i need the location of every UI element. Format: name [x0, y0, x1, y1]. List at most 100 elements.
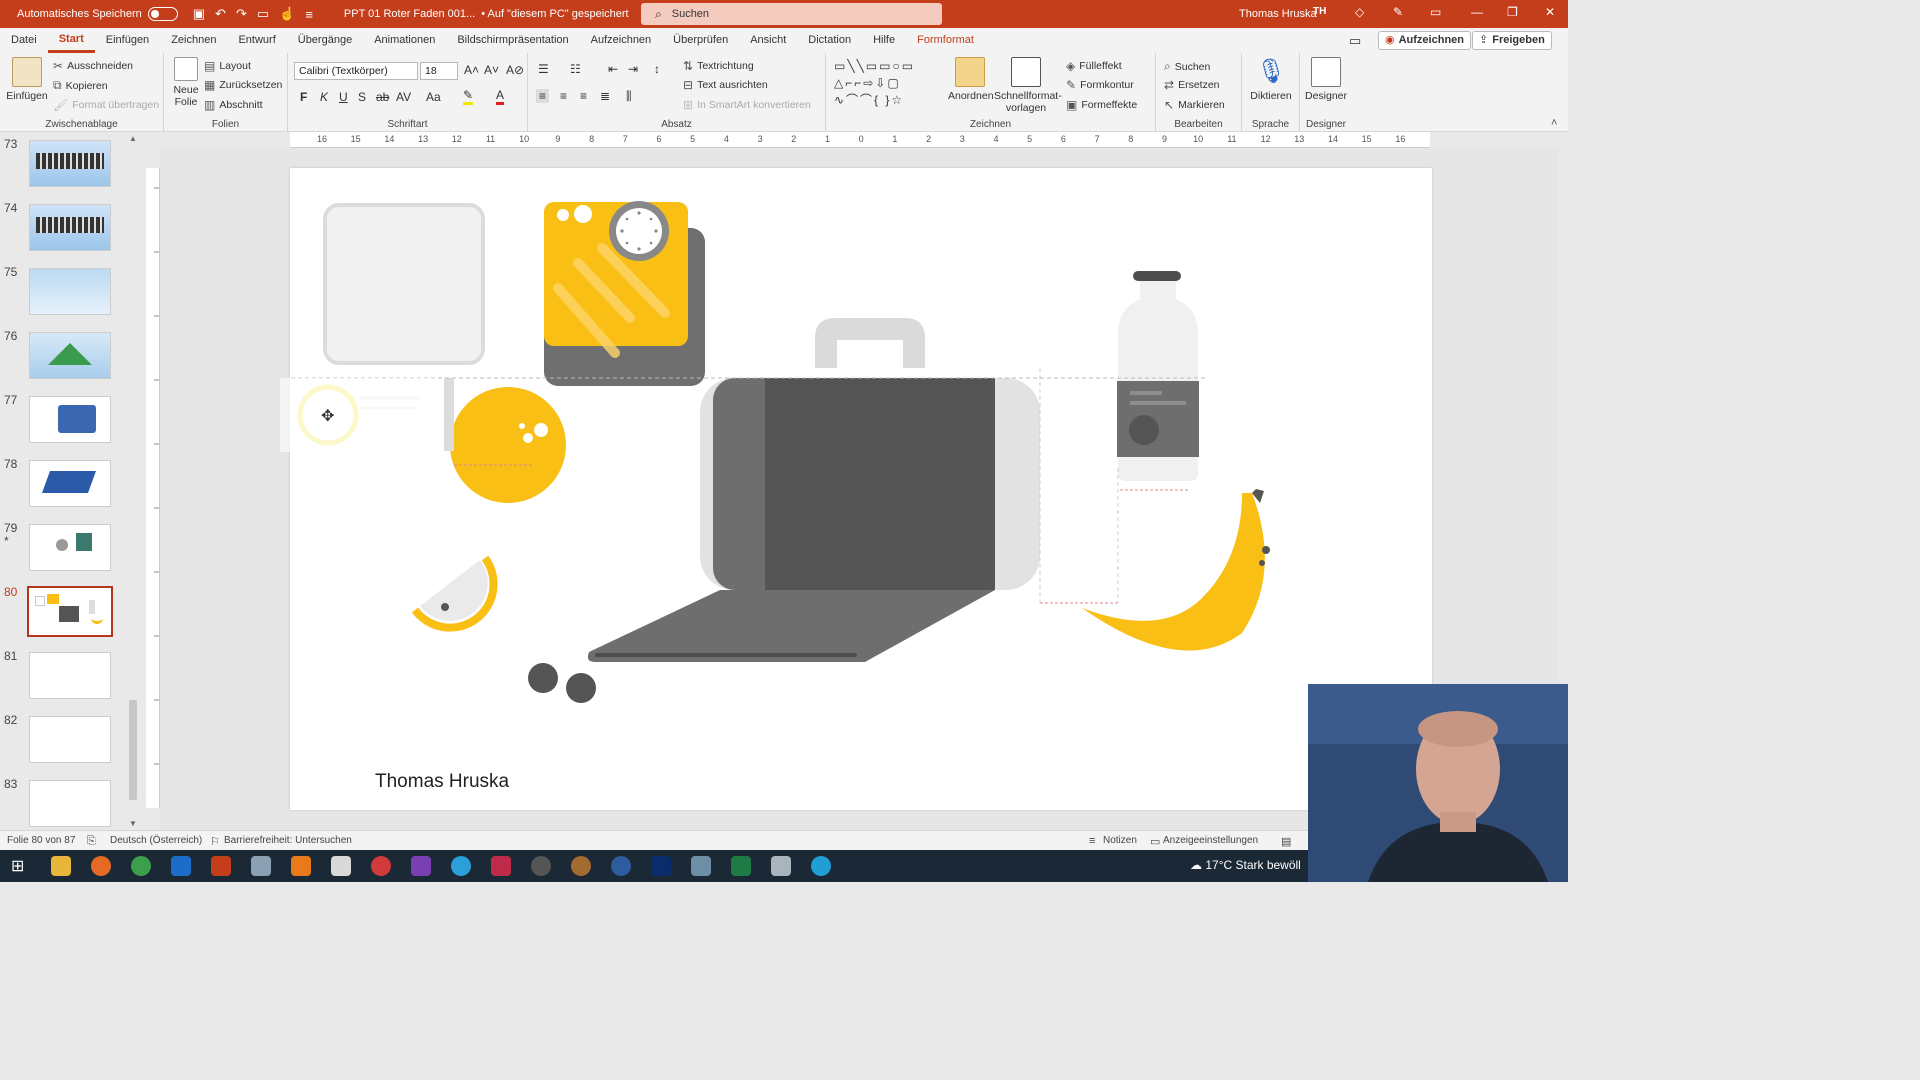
banana-shape[interactable] — [1082, 493, 1265, 651]
excel-icon[interactable] — [731, 856, 751, 876]
shrink-font-icon[interactable]: A˅ — [484, 63, 499, 77]
char-spacing-button[interactable]: AV — [396, 90, 411, 104]
weather-widget[interactable]: ☁ 17°C Stark bewöll — [1190, 858, 1301, 872]
touch-mode-icon[interactable]: ☝ — [279, 6, 295, 22]
shape-outline-button[interactable]: ✎ Formkontur — [1066, 78, 1134, 92]
designer-button[interactable]: Designer — [1302, 57, 1350, 102]
align-left-icon[interactable]: ≡ — [536, 89, 550, 103]
dictate-button[interactable]: 🎙 Diktieren — [1246, 57, 1296, 102]
find-button[interactable]: ⌕ Suchen — [1164, 59, 1210, 74]
tab-hilfe[interactable]: Hilfe — [862, 28, 906, 53]
user-avatar[interactable]: TH — [1313, 6, 1331, 22]
slide-thumbnail-77[interactable] — [29, 396, 111, 443]
slide-author-text[interactable]: Thomas Hruska — [375, 771, 509, 793]
close-icon[interactable]: ✕ — [1545, 5, 1555, 19]
align-text-button[interactable]: ⊟ Text ausrichten — [683, 78, 768, 92]
diamond-icon[interactable]: ◇ — [1355, 5, 1364, 19]
slide-thumbnail-75[interactable] — [29, 268, 111, 315]
section-button[interactable]: ▥ Abschnitt — [204, 98, 263, 112]
bold-button[interactable]: F — [300, 90, 307, 104]
bag-handle-shape[interactable] — [815, 318, 925, 368]
tab-aufzeichnen[interactable]: Aufzeichnen — [580, 28, 663, 53]
increase-indent-icon[interactable]: ⇥ — [628, 62, 638, 76]
slide-thumbnail-79[interactable] — [29, 524, 111, 571]
app-icon[interactable] — [491, 856, 511, 876]
font-size-combo[interactable]: 18 — [420, 62, 458, 80]
tab-datei[interactable]: Datei — [0, 28, 48, 53]
blueberry-shape[interactable] — [528, 663, 558, 693]
slide-thumbnail-80[interactable] — [27, 586, 113, 637]
quick-styles-button[interactable]: Schnellformat-vorlagen — [994, 57, 1062, 114]
spellcheck-icon[interactable]: ⎘ — [87, 835, 96, 848]
font-name-combo[interactable]: Calibri (Textkörper) — [294, 62, 418, 80]
collapse-ribbon-icon[interactable]: ˄ — [1551, 117, 1557, 129]
normal-view-icon[interactable]: ▤ — [1281, 835, 1291, 848]
app-icon[interactable] — [331, 856, 351, 876]
user-name[interactable]: Thomas Hruska — [1239, 8, 1317, 20]
app-icon[interactable] — [571, 856, 591, 876]
app-icon[interactable] — [251, 856, 271, 876]
notes-button[interactable]: Notizen — [1103, 835, 1137, 846]
app-icon[interactable] — [371, 856, 391, 876]
redo-icon[interactable]: ↷ — [236, 6, 247, 22]
new-slide-button[interactable]: Neue Folie — [168, 57, 204, 108]
layout-button[interactable]: ▤ Layout — [204, 59, 251, 73]
file-explorer-icon[interactable] — [51, 856, 71, 876]
align-right-icon[interactable]: ≡ — [580, 89, 587, 103]
smartart-button[interactable]: ⊞ In SmartArt konvertieren — [683, 98, 811, 112]
tab-entwurf[interactable]: Entwurf — [227, 28, 286, 53]
onenote-icon[interactable] — [411, 856, 431, 876]
blueberry-shape[interactable] — [566, 673, 596, 703]
app-icon[interactable] — [691, 856, 711, 876]
font-color-icon[interactable]: A — [496, 88, 505, 105]
slide[interactable]: ✥ Thomas Hruska — [280, 168, 1432, 810]
numbering-icon[interactable]: ☷ — [570, 62, 581, 76]
scroll-up-icon[interactable]: ▲ — [129, 134, 137, 143]
save-state[interactable]: • Auf "diesem PC" gespeichert — [481, 8, 628, 20]
tab-ansicht[interactable]: Ansicht — [739, 28, 797, 53]
text-direction-button[interactable]: ⇅ Textrichtung — [683, 59, 754, 73]
tab-animationen[interactable]: Animationen — [363, 28, 446, 53]
bottle-cap-shape[interactable] — [1133, 271, 1181, 281]
tab-uebergaenge[interactable]: Übergänge — [287, 28, 363, 53]
accessibility-status[interactable]: Barrierefreiheit: Untersuchen — [224, 835, 352, 846]
orange-shape[interactable] — [450, 387, 566, 503]
outlook-icon[interactable] — [171, 856, 191, 876]
minimize-icon[interactable]: — — [1471, 5, 1483, 19]
decrease-indent-icon[interactable]: ⇤ — [608, 62, 618, 76]
windows-start-icon[interactable]: ⊞ — [11, 856, 24, 876]
underline-button[interactable]: U — [339, 90, 348, 104]
grow-font-icon[interactable]: A˄ — [464, 63, 479, 77]
copy-button[interactable]: ⧉ Kopieren — [53, 78, 108, 93]
rounded-square-shape[interactable] — [323, 203, 485, 365]
shape-fill-button[interactable]: ◈ Fülleffekt — [1066, 59, 1122, 73]
shape-gallery[interactable]: ▭╲╲▭▭○▭ △⌐⌐⇨⇩▢ ∿⌒⌒{ }☆ — [834, 58, 942, 110]
app-icon[interactable] — [651, 856, 671, 876]
arrange-button[interactable]: Anordnen — [948, 57, 994, 102]
comments-icon[interactable]: ▭ — [1349, 31, 1361, 50]
powerpoint-icon[interactable] — [211, 856, 231, 876]
select-button[interactable]: ↖ Markieren — [1164, 98, 1225, 112]
telegram-icon[interactable] — [451, 856, 471, 876]
shadow-button[interactable]: S — [358, 90, 366, 104]
paste-button[interactable]: Einfügen — [6, 57, 48, 102]
selection-box[interactable] — [280, 378, 438, 452]
tab-start[interactable]: Start — [47, 28, 95, 53]
autosave-toggle[interactable] — [147, 7, 178, 21]
slide-thumbnail-82[interactable] — [29, 716, 111, 763]
vlc-icon[interactable] — [291, 856, 311, 876]
record-button[interactable]: ◉ Aufzeichnen — [1378, 31, 1472, 50]
change-case-button[interactable]: Aa — [426, 90, 441, 104]
highlight-color-icon[interactable]: ✎ — [463, 88, 474, 105]
tab-formformat[interactable]: Formformat — [906, 28, 985, 53]
maximize-icon[interactable]: ❐ — [1507, 5, 1518, 19]
ribbon-display-icon[interactable]: ▭ — [1430, 5, 1441, 19]
present-icon[interactable]: ▭ — [257, 6, 269, 22]
bullets-icon[interactable]: ☰ — [538, 62, 549, 76]
italic-button[interactable]: K — [320, 90, 328, 104]
shape-effects-button[interactable]: ▣ Formeffekte — [1066, 98, 1137, 112]
slide-panel-scrollbar[interactable]: ▲ ▼ — [127, 132, 139, 828]
justify-icon[interactable]: ≣ — [600, 89, 610, 103]
language-status[interactable]: Deutsch (Österreich) — [110, 835, 202, 846]
app-icon[interactable] — [771, 856, 791, 876]
